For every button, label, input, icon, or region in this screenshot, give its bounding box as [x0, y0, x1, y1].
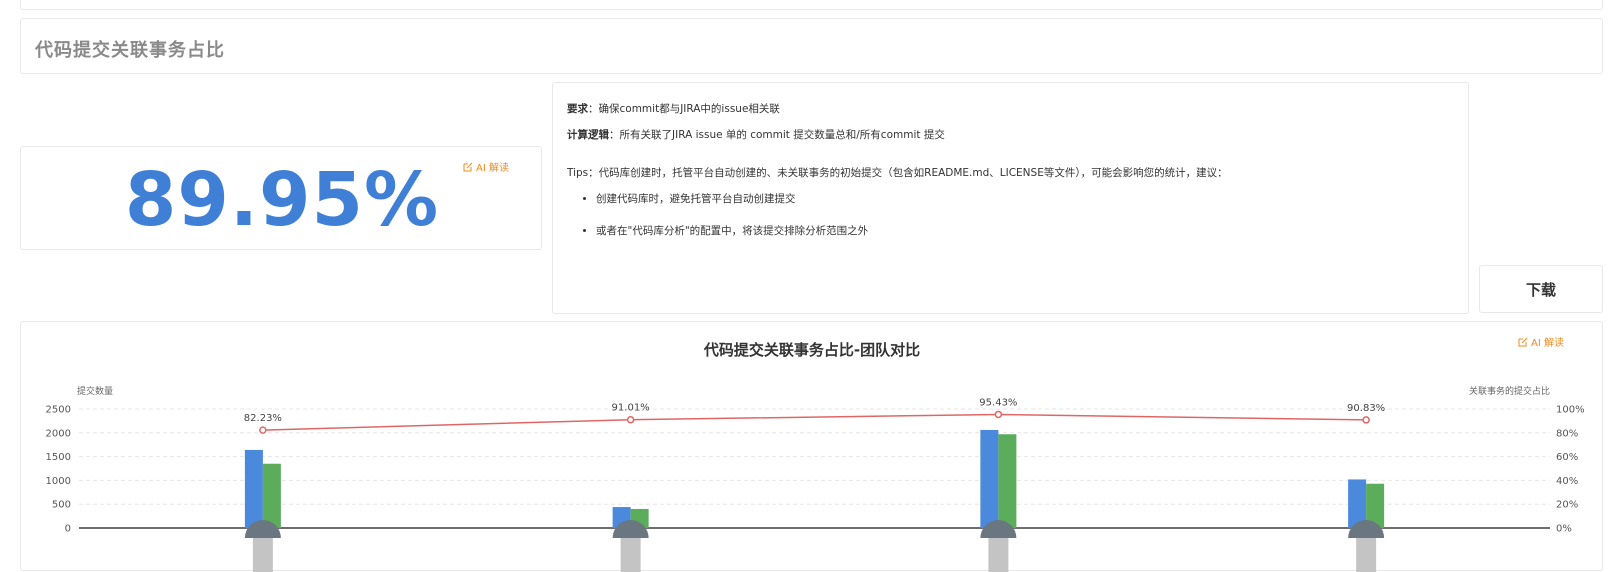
download-button[interactable]: 下载 — [1479, 265, 1603, 313]
requirement-line: 要求：确保commit都与JIRA中的issue相关联 — [567, 101, 1454, 117]
bar-series-2 — [262, 463, 281, 528]
chart-ai-interpret-label: AI 解读 — [1531, 338, 1564, 349]
logic-text: ：所有关联了JIRA issue 单的 commit 提交数量总和/所有comm… — [609, 129, 945, 141]
x-axis-marker-stem — [252, 538, 273, 572]
y-right-tick-label: 60% — [1556, 452, 1578, 463]
bar-series-2 — [998, 434, 1017, 528]
y-left-tick-label: 1500 — [46, 452, 71, 463]
tips-item: 或者在"代码库分析"的配置中，将该提交排除分析范围之外 — [596, 223, 1454, 239]
team-comparison-chart: 代码提交关联事务占比-团队对比提交数量 关联事务的提交占比 0 0% 500 20% 100… — [46, 341, 1585, 572]
ratio-point — [626, 415, 635, 424]
ratio-line — [262, 413, 1367, 431]
ratio-data-label: 91.01% — [612, 403, 650, 414]
section-header: 代码提交关联事务占比 — [20, 18, 1603, 74]
ratio-data-label: 82.23% — [244, 413, 282, 424]
tips-list: 创建代码库时，避免托管平台自动创建提交 或者在"代码库分析"的配置中，将该提交排… — [596, 191, 1454, 239]
y-right-tick-label: 100% — [1556, 405, 1585, 416]
ratio-point — [994, 410, 1003, 419]
y-left-tick-label: 2000 — [46, 428, 71, 439]
y-left-tick-label: 2500 — [46, 405, 71, 416]
tips-text: Tips：代码库创建时，托管平台自动创建的、未关联事务的初始提交（包含如READ… — [567, 167, 1228, 179]
chart-title: 代码提交关联事务占比-团队对比 — [703, 341, 920, 359]
metric-card: AI 解读 89.95% — [20, 146, 542, 250]
y-right-tick-label: 80% — [1556, 428, 1578, 439]
bar-series-1 — [980, 429, 999, 528]
top-card-strip — [20, 0, 1603, 10]
ratio-point — [1362, 416, 1370, 424]
x-axis-marker-stem — [620, 538, 641, 572]
y-axis-right-label: 关联事务的提交占比 — [1469, 385, 1550, 397]
logic-label: 计算逻辑 — [567, 129, 609, 141]
x-axis-marker-stem — [1356, 538, 1377, 572]
y-left-tick-label: 0 — [65, 524, 71, 535]
ratio-data-label: 95.43% — [979, 397, 1017, 408]
chart-ai-interpret-link[interactable]: AI 解读 — [1518, 334, 1564, 349]
metric-value: 89.95% — [124, 157, 440, 243]
description-card: 要求：确保commit都与JIRA中的issue相关联 计算逻辑：所有关联了JI… — [552, 82, 1469, 314]
section-title: 代码提交关联事务占比 — [35, 40, 225, 61]
tips-item: 创建代码库时，避免托管平台自动创建提交 — [596, 191, 1454, 207]
bar-series-1 — [244, 449, 263, 528]
y-axis-left-label: 提交数量 — [77, 385, 113, 397]
ratio-point — [259, 426, 267, 434]
logic-line: 计算逻辑：所有关联了JIRA issue 单的 commit 提交数量总和/所有… — [567, 127, 1454, 143]
edit-icon — [1518, 337, 1528, 346]
y-left-tick-label: 1000 — [46, 476, 71, 487]
y-right-tick-label: 20% — [1556, 500, 1578, 511]
y-right-tick-label: 0% — [1556, 524, 1572, 535]
y-left-tick-label: 500 — [52, 500, 71, 511]
y-right-tick-label: 40% — [1556, 476, 1578, 487]
chart-card: 代码提交关联事务占比-团队对比提交数量 关联事务的提交占比 0 0% 500 20% 100… — [20, 321, 1603, 572]
requirement-label: 要求 — [567, 103, 588, 115]
requirement-text: ：确保commit都与JIRA中的issue相关联 — [588, 103, 780, 115]
x-axis-marker-stem — [988, 538, 1009, 572]
ratio-data-label: 90.83% — [1347, 403, 1385, 414]
